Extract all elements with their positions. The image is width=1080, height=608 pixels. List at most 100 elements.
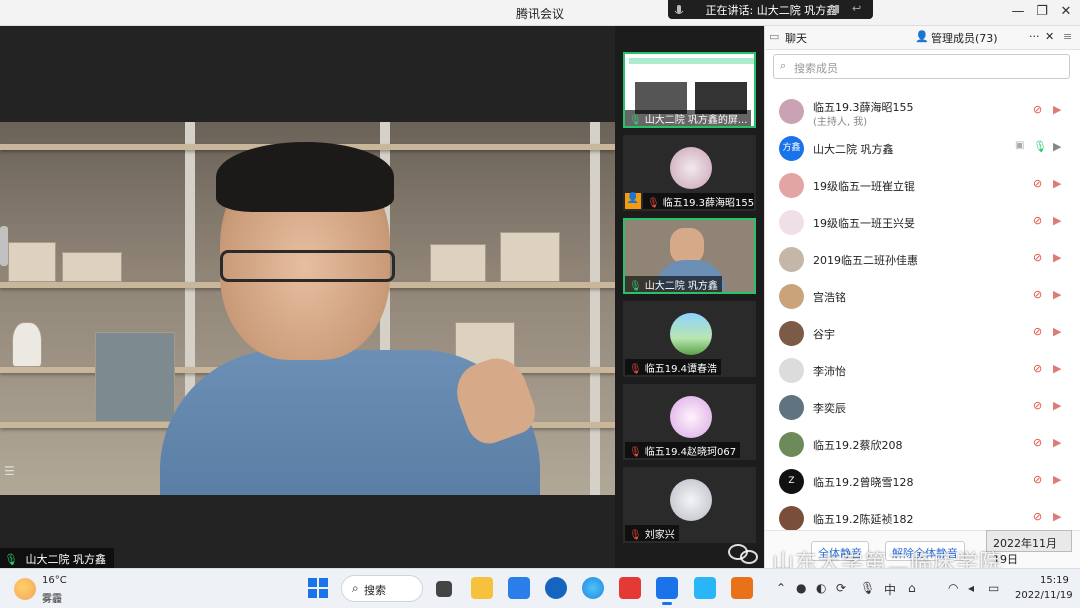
app-icon[interactable]	[545, 577, 567, 599]
mic-off-icon[interactable]: ⊘	[1033, 177, 1042, 190]
more-button[interactable]: ···	[1029, 30, 1040, 43]
member-row[interactable]: 临五19.2蔡欣208 ⊘ ▶	[765, 426, 1080, 463]
weather-description[interactable]: 雾霾	[42, 590, 62, 605]
member-search-input[interactable]: ⌕ 搜索成员	[773, 54, 1070, 79]
chevron-up-icon[interactable]: ⌃	[776, 581, 786, 595]
mic-on-icon: 🎙	[629, 115, 642, 126]
member-row[interactable]: 李沛怡 ⊘ ▶	[765, 352, 1080, 389]
app-icon[interactable]	[694, 577, 716, 599]
sync-icon[interactable]: ⟳	[836, 581, 846, 595]
avatar	[779, 358, 804, 383]
window-title: 腾讯会议	[515, 7, 564, 21]
member-row[interactable]: 李奕辰 ⊘ ▶	[765, 389, 1080, 426]
member-row[interactable]: 临五19.2陈延祯182 ⊘ ▶	[765, 500, 1080, 530]
member-row[interactable]: 谷宇 ⊘ ▶	[765, 315, 1080, 352]
speaking-text: 正在讲话: 山大二院 巩方鑫	[705, 4, 838, 17]
member-row[interactable]: 19级临五一班王兴旻 ⊘ ▶	[765, 204, 1080, 241]
camera-off-icon[interactable]: ▶	[1053, 399, 1061, 412]
camera-off-icon[interactable]: ▶	[1053, 177, 1061, 190]
pin-icon[interactable]: ▮	[834, 2, 840, 15]
thumbnail-participant[interactable]: 👤 🎙 临五19.3薛海昭155	[623, 135, 756, 211]
thumbnail-participant[interactable]: 🎙 临五19.4赵晓珂067	[623, 384, 756, 460]
menu-icon[interactable]: ☰	[4, 464, 15, 478]
member-row[interactable]: 19级临五一班崔立锟 ⊘ ▶	[765, 167, 1080, 204]
main-video-area[interactable]: ☰	[0, 26, 615, 568]
mic-off-icon[interactable]: ⊘	[1033, 251, 1042, 264]
mic-off-icon: 🎙	[647, 198, 660, 209]
avatar	[779, 173, 804, 198]
thumbnail-screen-share[interactable]: 🎙 山大二院 巩方鑫的屏...	[623, 52, 756, 128]
member-row[interactable]: 宫浩铭 ⊘ ▶	[765, 278, 1080, 315]
taskbar: 16°C 雾霾 ⌕ 搜索 ⌃ ● ◐ ⟳ 🎙 中 ⌂ ◠ ◂ ▭ 15:19 2…	[0, 568, 1080, 608]
camera-off-icon[interactable]: ▶	[1053, 473, 1061, 486]
thumbnail-participant[interactable]: 🎙 山大二院 巩方鑫	[623, 218, 756, 294]
qq-icon[interactable]: ●	[796, 581, 806, 595]
mic-off-icon[interactable]: ⊘	[1033, 399, 1042, 412]
media-player-icon[interactable]	[731, 577, 753, 599]
camera-off-icon[interactable]: ▶	[1053, 214, 1061, 227]
camera-off-icon[interactable]: ▶	[1053, 510, 1061, 523]
tab-chat[interactable]: 聊天	[785, 30, 807, 46]
tencent-meeting-taskbar-icon[interactable]	[656, 577, 678, 605]
mic-off-icon: 🎙	[629, 530, 642, 541]
camera-off-icon[interactable]: ▶	[1053, 325, 1061, 338]
mic-off-icon[interactable]: ⊘	[1033, 362, 1042, 375]
tray-icon[interactable]: ⌂	[908, 581, 916, 595]
member-row[interactable]: 方鑫 山大二院 巩方鑫 ▣ 🎙 ▶	[765, 130, 1080, 167]
camera-off-icon[interactable]: ▶	[1053, 288, 1061, 301]
tab-members[interactable]: 管理成员(73)	[931, 30, 998, 46]
speaking-indicator: 正在讲话: 山大二院 巩方鑫 ▮ ↩	[668, 0, 873, 19]
chat-icon: ▭	[769, 30, 780, 43]
camera-icon[interactable]: ▶	[1053, 140, 1061, 153]
mic-off-icon[interactable]: ⊘	[1033, 510, 1042, 523]
close-panel-button[interactable]: ✕	[1045, 30, 1054, 43]
mic-icon[interactable]: 🎙	[860, 581, 875, 595]
screen-share-icon: ▣	[1015, 140, 1025, 151]
battery-icon[interactable]: ▭	[988, 581, 999, 595]
wechat-logo-icon	[728, 540, 760, 566]
weather-icon[interactable]	[14, 578, 36, 600]
mic-on-icon[interactable]: 🎙	[1033, 140, 1047, 153]
mic-off-icon[interactable]: ⊘	[1033, 436, 1042, 449]
mail-icon[interactable]	[508, 577, 530, 599]
panel-menu-icon[interactable]: ≡	[1063, 30, 1072, 43]
file-explorer-icon[interactable]	[471, 577, 493, 599]
mic-off-icon[interactable]: ⊘	[1033, 473, 1042, 486]
side-toolbar-handle[interactable]	[0, 226, 8, 266]
mic-off-icon[interactable]: ⊘	[1033, 325, 1042, 338]
task-view-icon[interactable]	[436, 581, 452, 597]
camera-off-icon[interactable]: ▶	[1053, 251, 1061, 264]
camera-off-icon[interactable]: ▶	[1053, 103, 1061, 116]
minimize-button[interactable]: —	[1008, 4, 1028, 19]
volume-icon[interactable]: ◂	[968, 581, 974, 595]
mic-off-icon[interactable]: ⊘	[1033, 103, 1042, 116]
panel-tabs: ▭ 聊天 👤 管理成员(73) ··· ✕ ≡	[765, 26, 1080, 50]
thumbnail-strip: 🎙 山大二院 巩方鑫的屏... 👤 🎙 临五19.3薛海昭155 🎙 山大二院 巩方鑫…	[615, 26, 764, 568]
close-window-button[interactable]: ✕	[1056, 4, 1076, 19]
wps-icon[interactable]	[619, 577, 641, 599]
ime-indicator[interactable]: 中	[884, 581, 896, 598]
mic-off-icon: 🎙	[629, 447, 642, 458]
member-row[interactable]: 临五19.3薛海昭155 (主持人, 我) ⊘ ▶	[765, 93, 1080, 130]
avatar	[670, 313, 712, 355]
weather-temperature[interactable]: 16°C	[42, 575, 67, 586]
mic-off-icon[interactable]: ⊘	[1033, 288, 1042, 301]
clock-date[interactable]: 2022/11/19	[1015, 590, 1073, 601]
member-row[interactable]: 2019临五二班孙佳惠 ⊘ ▶	[765, 241, 1080, 278]
thumbnail-participant[interactable]: 🎙 临五19.4谭春浩	[623, 301, 756, 377]
edge-browser-icon[interactable]	[582, 577, 604, 599]
mic-off-icon[interactable]: ⊘	[1033, 214, 1042, 227]
maximize-button[interactable]: ❐	[1032, 4, 1052, 19]
member-row[interactable]: Z 临五19.2曾晓雪128 ⊘ ▶	[765, 463, 1080, 500]
tray-icon[interactable]: ◐	[816, 581, 826, 595]
speaker-person	[160, 142, 542, 495]
wifi-icon[interactable]: ◠	[948, 581, 958, 595]
camera-off-icon[interactable]: ▶	[1053, 436, 1061, 449]
thumbnail-participant[interactable]: 🎙 刘家兴	[623, 467, 756, 543]
host-icon: 👤	[625, 193, 641, 209]
camera-off-icon[interactable]: ▶	[1053, 362, 1061, 375]
clock-time[interactable]: 15:19	[1040, 575, 1069, 586]
taskbar-search[interactable]: ⌕ 搜索	[341, 575, 423, 602]
back-icon[interactable]: ↩	[852, 2, 861, 15]
start-button-icon[interactable]	[308, 578, 328, 598]
